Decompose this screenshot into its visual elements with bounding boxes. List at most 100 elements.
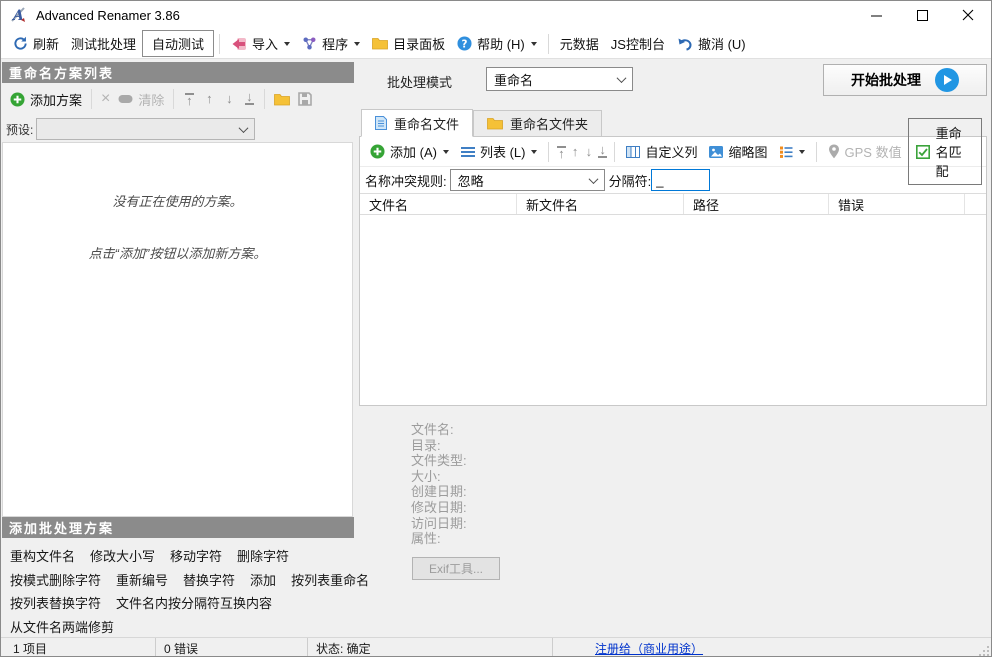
method-remove-pattern[interactable]: 按模式删除字符 (10, 569, 101, 593)
maximize-button[interactable] (899, 1, 945, 29)
undo-button[interactable]: 撤消 (U) (671, 31, 752, 56)
file-table-body[interactable] (360, 215, 986, 405)
arrow-up-icon: ↑ (571, 143, 579, 159)
method-row: 按模式删除字符 重新编号 替换字符 添加 按列表重命名 (10, 569, 369, 593)
add-batch-panel-header: 添加批处理方案 (2, 517, 354, 538)
batch-mode-select[interactable]: 重命名 (486, 67, 633, 91)
column-header-error[interactable]: 错误 (829, 194, 965, 214)
separator-label: 分隔符: (608, 173, 652, 189)
program-button[interactable]: 程序 (296, 31, 366, 56)
svg-text:A: A (11, 8, 24, 24)
column-header-filename[interactable]: 文件名 (360, 194, 517, 214)
method-list-rename[interactable]: 按列表重命名 (291, 569, 369, 593)
method-move-chars[interactable]: 移动字符 (170, 545, 222, 569)
minimize-button[interactable] (853, 1, 899, 29)
method-row: 重构文件名 修改大小写 移动字符 删除字符 (10, 545, 346, 569)
file-move-up-button[interactable]: ↑ (568, 143, 582, 159)
list-button[interactable]: 列表 (L) (455, 139, 544, 164)
preset-row: 预设: (2, 117, 354, 141)
chevron-down-icon (616, 72, 627, 83)
method-swap-by-separator[interactable]: 文件名内按分隔符互换内容 (116, 592, 272, 616)
play-icon (935, 68, 959, 92)
bar (244, 103, 254, 105)
folder-icon (274, 93, 291, 105)
conflict-rule-value: 忽略 (457, 173, 484, 189)
toolbar-separator (173, 89, 175, 109)
save-floppy-icon (298, 92, 313, 106)
move-top-button[interactable]: ↑ (179, 92, 199, 107)
method-renumber[interactable]: 重新编号 (116, 569, 168, 593)
gps-values-button[interactable]: GPS 数值 (822, 139, 908, 164)
file-move-down-button[interactable]: ↓ (582, 145, 596, 158)
test-batch-button[interactable]: 测试批处理 (65, 31, 142, 56)
close-button[interactable] (945, 1, 991, 29)
status-state: 状态: 确定 (308, 638, 553, 656)
minimize-icon (870, 15, 882, 16)
scheme-list[interactable]: 没有正在使用的方案。 点击“添加”按钮以添加新方案。 (2, 142, 353, 517)
clear-schemes-button[interactable]: 清除 (114, 88, 168, 111)
file-move-bottom-button[interactable]: ↓ (596, 143, 610, 159)
thumbnails-button[interactable]: 缩略图 (703, 139, 773, 164)
custom-columns-button[interactable]: 自定义列 (620, 139, 703, 164)
move-down-button[interactable]: ↓ (219, 92, 239, 105)
arrow-up-icon: ↑ (206, 91, 213, 106)
column-header-path[interactable]: 路径 (684, 194, 829, 214)
scheme-toolbar: 添加方案 × 清除 ↑ ↑ ↓ ↓ (2, 85, 354, 113)
window-title: Advanced Renamer 3.86 (36, 7, 180, 23)
method-replace[interactable]: 替换字符 (183, 569, 235, 593)
method-list-replace[interactable]: 按列表替换字符 (10, 592, 101, 616)
preset-select[interactable] (36, 118, 256, 140)
method-change-case[interactable]: 修改大小写 (90, 545, 155, 569)
method-rebuild-filename[interactable]: 重构文件名 (10, 545, 75, 569)
add-files-button[interactable]: 添加 (A) (364, 139, 455, 164)
separator-input[interactable] (651, 169, 711, 191)
tab-rename-folders[interactable]: 重命名文件夹 (473, 110, 603, 137)
metadata-button[interactable]: 元数据 (554, 31, 605, 56)
open-scheme-button[interactable] (270, 91, 294, 108)
file-move-top-button[interactable]: ↑ (554, 145, 568, 160)
exif-tool-button[interactable]: Exif工具... (412, 557, 500, 580)
help-button[interactable]: ? 帮助 (H) (451, 31, 543, 56)
toolbar-separator (614, 141, 616, 162)
status-items: 1 项目 (1, 638, 156, 656)
preset-label: 预设: (6, 122, 34, 137)
folder-icon (487, 118, 503, 130)
list-icon (460, 146, 475, 157)
bar (598, 155, 608, 158)
method-add[interactable]: 添加 (250, 569, 276, 593)
chevron-down-icon (588, 173, 599, 184)
maximize-icon (916, 9, 928, 21)
add-scheme-button[interactable]: 添加方案 (6, 88, 86, 111)
save-scheme-button[interactable] (294, 90, 316, 108)
main-toolbar: 刷新 测试批处理 自动测试 导入 程序 目录面板 ? 帮助 (H) 元数据 JS… (1, 29, 991, 59)
tab-rename-files[interactable]: 重命名文件 (361, 109, 474, 137)
toolbar-separator (548, 141, 550, 162)
conflict-rule-select[interactable]: 忽略 (449, 169, 605, 191)
info-label-created: 创建日期: (411, 484, 467, 500)
remove-scheme-button[interactable]: × (97, 91, 114, 107)
refresh-button[interactable]: 刷新 (7, 31, 65, 56)
eraser-icon (118, 95, 133, 103)
file-info-panel: 文件名: 目录: 文件类型: 大小: 创建日期: 修改日期: 访问日期: 属性: (411, 422, 467, 547)
method-list: 重构文件名 修改大小写 移动字符 删除字符 按模式删除字符 重新编号 替换字符 … (2, 541, 369, 643)
move-bottom-button[interactable]: ↓ (239, 90, 259, 106)
auto-test-toggle[interactable]: 自动测试 (142, 30, 215, 57)
help-icon: ? (457, 36, 472, 51)
move-up-button[interactable]: ↑ (199, 91, 219, 106)
method-trim-ends[interactable]: 从文件名两端修剪 (10, 616, 114, 640)
status-bar: 1 项目 0 错误 状态: 确定 注册给（商业用途） (1, 637, 991, 657)
view-style-button[interactable] (774, 143, 811, 161)
register-link[interactable]: 注册给（商业用途） (595, 640, 703, 657)
dropdown-caret-icon (442, 149, 449, 154)
resize-grip-icon[interactable] (978, 645, 989, 656)
thumbnail-icon (709, 145, 724, 158)
app-logo-icon: A (11, 7, 25, 24)
import-button[interactable]: 导入 (225, 31, 296, 56)
method-remove-chars[interactable]: 删除字符 (237, 545, 289, 569)
conflict-row: 名称冲突规则: 忽略 分隔符: (360, 167, 986, 193)
start-batch-button[interactable]: 开始批处理 (823, 64, 987, 96)
folder-panel-button[interactable]: 目录面板 (366, 31, 451, 56)
program-nodes-icon (303, 37, 316, 50)
column-header-new-filename[interactable]: 新文件名 (517, 194, 684, 214)
js-console-button[interactable]: JS控制台 (605, 31, 671, 56)
